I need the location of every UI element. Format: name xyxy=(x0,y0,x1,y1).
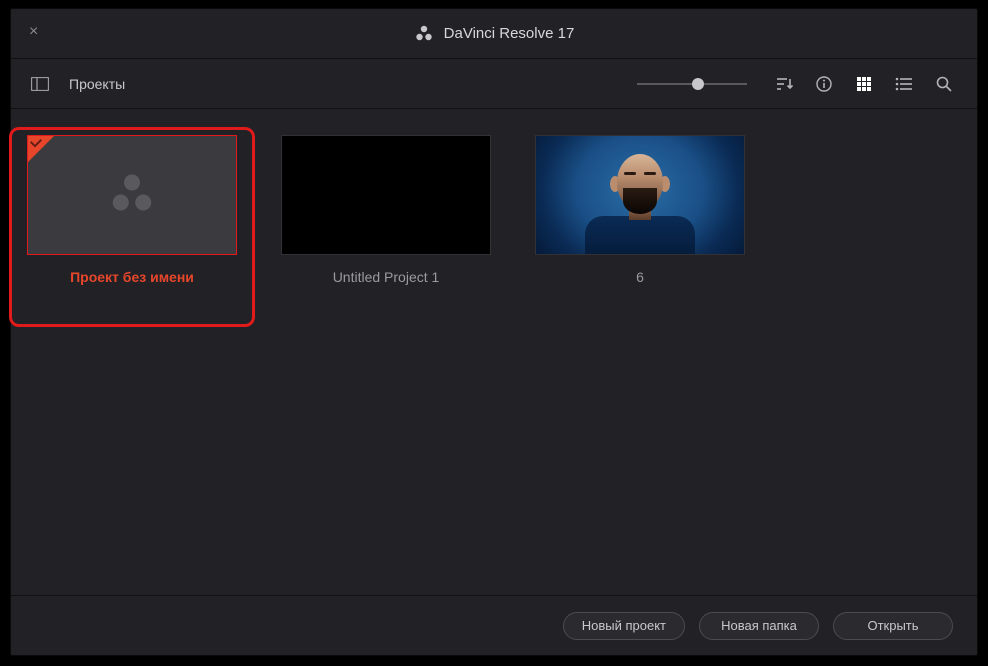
project-thumbnail[interactable] xyxy=(27,135,237,255)
project-name: Untitled Project 1 xyxy=(333,269,440,285)
project-name: 6 xyxy=(636,269,644,285)
close-icon[interactable]: × xyxy=(29,23,38,41)
titlebar: × DaVinci Resolve 17 xyxy=(11,9,977,59)
info-icon[interactable] xyxy=(811,71,837,97)
project-item[interactable]: 6 xyxy=(527,135,753,285)
open-button[interactable]: Открыть xyxy=(833,612,953,640)
project-item[interactable]: Untitled Project 1 xyxy=(273,135,499,285)
thumbnail-preview xyxy=(536,136,744,254)
davinci-logo-icon xyxy=(107,170,157,220)
new-project-button[interactable]: Новый проект xyxy=(563,612,685,640)
current-project-badge-icon xyxy=(28,136,54,162)
davinci-logo-icon xyxy=(414,24,434,44)
grid-view-icon[interactable] xyxy=(851,71,877,97)
project-grid: Проект без имени Untitled Project 1 xyxy=(11,109,977,595)
project-thumbnail[interactable] xyxy=(535,135,745,255)
thumbnail-preview xyxy=(292,193,479,210)
breadcrumb[interactable]: Проекты xyxy=(69,76,125,92)
project-item[interactable]: Проект без имени xyxy=(19,135,245,285)
project-thumbnail[interactable] xyxy=(281,135,491,255)
thumbnail-size-slider[interactable] xyxy=(637,75,747,93)
project-name: Проект без имени xyxy=(70,269,194,285)
sidebar-toggle-icon[interactable] xyxy=(31,75,49,93)
project-manager-window: × DaVinci Resolve 17 Проекты xyxy=(10,8,978,656)
list-view-icon[interactable] xyxy=(891,71,917,97)
toolbar: Проекты xyxy=(11,59,977,109)
new-folder-button[interactable]: Новая папка xyxy=(699,612,819,640)
window-title-text: DaVinci Resolve 17 xyxy=(444,25,575,42)
window-title: DaVinci Resolve 17 xyxy=(414,24,575,44)
footer: Новый проект Новая папка Открыть xyxy=(11,595,977,655)
sort-icon[interactable] xyxy=(771,71,797,97)
search-icon[interactable] xyxy=(931,71,957,97)
